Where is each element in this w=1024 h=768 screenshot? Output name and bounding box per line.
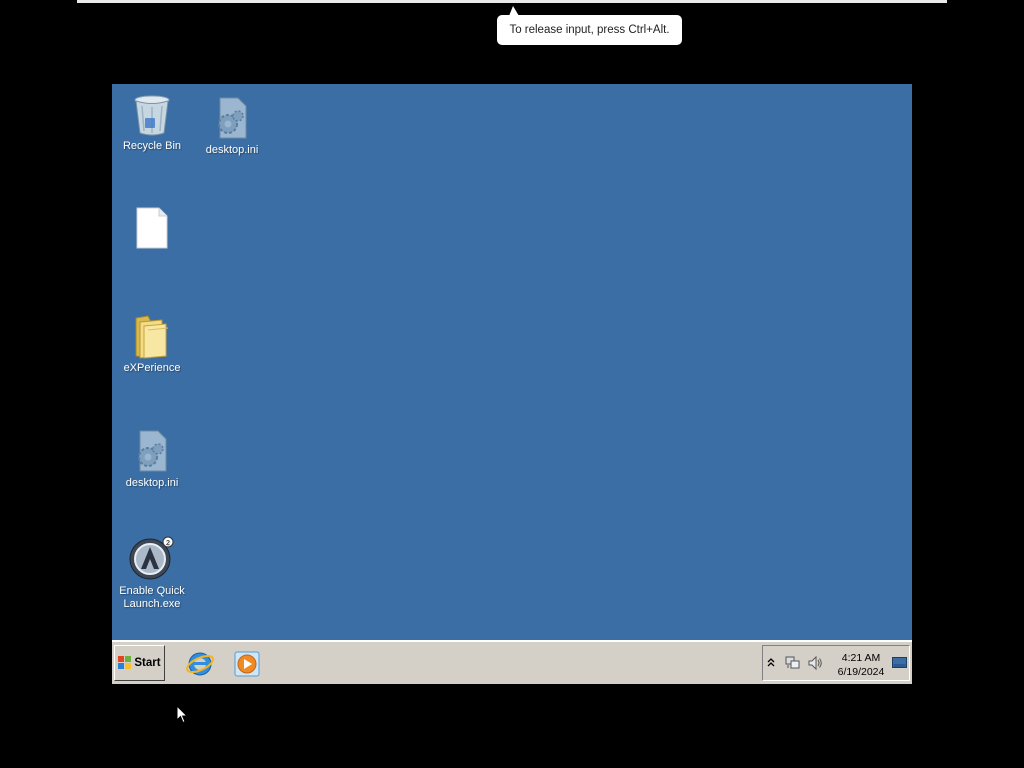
settings-file-icon: [218, 97, 247, 139]
expand-tray-icon[interactable]: [767, 657, 775, 667]
desktop-icon-experience-folder[interactable]: eXPerience: [113, 312, 191, 375]
desktop-icon-label: Recycle Bin: [122, 140, 182, 152]
media-player-icon[interactable]: [232, 650, 262, 678]
show-desktop-icon[interactable]: [892, 657, 907, 669]
guest-desktop[interactable]: Recycle Bin desktop.ini eXPerience deskt…: [112, 84, 912, 684]
clock-time: 4:21 AM: [841, 652, 881, 664]
volume-icon[interactable]: [807, 655, 823, 671]
desktop-icon-desktop-ini[interactable]: desktop.ini: [193, 94, 271, 157]
desktop-icon-enable-quick-launch[interactable]: 2 Enable Quick Launch.exe: [113, 535, 191, 611]
desktop-icon-desktop-ini-2[interactable]: desktop.ini: [113, 427, 191, 490]
desktop-icon-label: desktop.ini: [125, 477, 179, 489]
host-top-bar: [77, 0, 947, 3]
app-icon: 2: [129, 536, 174, 580]
blank-file-icon: [136, 207, 168, 249]
desktop-icon-blank-file[interactable]: [113, 204, 191, 254]
start-button[interactable]: Start: [114, 645, 165, 681]
tooltip-text: To release input, press Ctrl+Alt.: [509, 24, 670, 36]
desktop-icon-recycle-bin[interactable]: Recycle Bin: [113, 90, 191, 153]
taskbar: Start 4:21 AM 6/19/2024: [112, 640, 912, 684]
desktop-icon-label: eXPerience: [123, 362, 181, 374]
clock[interactable]: 4:21 AM 6/19/2024: [831, 651, 891, 679]
desktop-icon-label: Enable Quick Launch.exe: [119, 585, 185, 610]
clock-date: 6/19/2024: [837, 666, 885, 678]
folder-icon: [135, 315, 169, 359]
recycle-bin-icon: [134, 95, 170, 136]
windows-logo-icon: [118, 656, 132, 669]
mouse-cursor-icon: [176, 705, 189, 724]
desktop-icon-label: desktop.ini: [205, 144, 259, 156]
svg-text:2: 2: [166, 540, 170, 547]
release-input-tooltip: To release input, press Ctrl+Alt.: [497, 15, 682, 45]
start-label: Start: [134, 657, 161, 669]
internet-explorer-icon[interactable]: [185, 650, 215, 678]
system-tray: 4:21 AM 6/19/2024: [762, 645, 910, 681]
network-icon[interactable]: [785, 655, 801, 671]
settings-file-icon: [138, 430, 167, 472]
